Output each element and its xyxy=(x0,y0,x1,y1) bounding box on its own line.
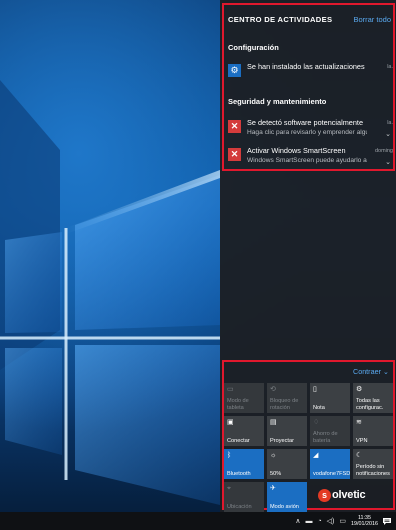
clock-date: 19/01/2016 xyxy=(351,521,378,527)
tile-location[interactable]: ⌖ Ubicación xyxy=(224,482,264,512)
rotation-lock-icon: ⟲ xyxy=(270,386,276,393)
tile-label: Modo de tableta xyxy=(227,398,249,411)
tile-label: 50% xyxy=(270,470,282,477)
tile-label: Conectar xyxy=(227,437,250,444)
connect-icon: ▣ xyxy=(227,419,234,426)
location-icon: ⌖ xyxy=(227,485,231,492)
chevron-down-icon[interactable]: ⌄ xyxy=(385,130,391,138)
collapse-link[interactable]: Contraer ⌄ xyxy=(353,367,389,376)
tile-label: Período sin notificaciones xyxy=(356,464,390,477)
error-x-icon: ✕ xyxy=(228,120,241,133)
wifi-icon: ◢ xyxy=(313,452,319,459)
tile-battery-saver[interactable]: ♢ Ahorro de batería xyxy=(310,416,350,446)
notification-title: Activar Windows SmartScreen xyxy=(247,146,346,155)
group-title-seguridad: Seguridad y mantenimiento xyxy=(228,97,327,106)
notifications-area: CENTRO DE ACTIVIDADES Borrar todo Config… xyxy=(222,3,395,171)
tile-label: Todas las configurac. xyxy=(356,398,384,411)
tile-label: Ubicación xyxy=(227,503,252,510)
tile-tablet-mode[interactable]: ▭ Modo de tableta xyxy=(224,383,264,413)
quiet-hours-icon: ☾ xyxy=(356,452,363,459)
tile-brightness[interactable]: ☼ 50% xyxy=(267,449,307,479)
volume-icon[interactable]: ◁) xyxy=(327,518,335,525)
quick-action-tiles: ▭ Modo de tableta ⟲ Bloqueo de rotación … xyxy=(224,383,393,512)
notification-text: Activar Windows SmartScreen Windows Smar… xyxy=(247,146,367,165)
notification-time: doming xyxy=(374,148,393,154)
chevron-up-icon[interactable]: ∧ xyxy=(295,518,300,525)
action-center-button[interactable] xyxy=(381,515,393,527)
clock[interactable]: 11:35 19/01/2016 xyxy=(351,515,378,528)
airplane-icon: ✈ xyxy=(270,485,276,492)
tile-label: VPN xyxy=(356,437,368,444)
error-x-icon: ✕ xyxy=(228,148,241,161)
tablet-mode-icon: ▭ xyxy=(227,386,234,393)
notification-time: la. xyxy=(387,120,393,126)
clear-all-link[interactable]: Borrar todo xyxy=(353,15,391,24)
project-icon: ▤ xyxy=(270,419,277,426)
tile-bluetooth[interactable]: ᛒ Bluetooth xyxy=(224,449,264,479)
tile-label: Modo avión xyxy=(270,503,299,510)
notification-updates-installed[interactable]: ⚙ Se han instalado las actualizaciones l… xyxy=(228,62,393,86)
tile-rotation-lock[interactable]: ⟲ Bloqueo de rotación xyxy=(267,383,307,413)
language-icon[interactable]: ▭ xyxy=(339,518,346,525)
tile-note[interactable]: ▯ Nota xyxy=(310,383,350,413)
tile-label: Ahorro de batería xyxy=(313,431,338,444)
gear-icon: ⚙ xyxy=(228,64,241,77)
tile-all-settings[interactable]: ⚙ Todas las configurac. xyxy=(353,383,393,413)
tile-airplane-mode[interactable]: ✈ Modo avión xyxy=(267,482,307,512)
brightness-icon: ☼ xyxy=(270,452,277,459)
wifi-icon[interactable]: ◔ xyxy=(317,518,321,525)
tile-project[interactable]: ▤ Proyectar xyxy=(267,416,307,446)
tile-label: Bloqueo de rotación xyxy=(270,398,299,411)
action-center-header: CENTRO DE ACTIVIDADES Borrar todo xyxy=(228,13,391,25)
bluetooth-icon: ᛒ xyxy=(227,452,232,459)
notification-body: Haga clic para revisarlo y emprender alg… xyxy=(247,129,367,136)
battery-saver-icon: ♢ xyxy=(313,419,320,426)
note-icon: ▯ xyxy=(313,386,317,393)
tile-connect[interactable]: ▣ Conectar xyxy=(224,416,264,446)
group-title-configuracion: Configuración xyxy=(228,43,279,52)
vpn-icon: ≋ xyxy=(356,419,362,426)
notification-text: Se detectó software potencialmente Haga … xyxy=(247,118,367,137)
tile-label: vodafone7FSD xyxy=(313,470,350,477)
notification-title: Se detectó software potencialmente xyxy=(247,118,364,127)
tile-label: Proyectar xyxy=(270,437,294,444)
notification-software-detected[interactable]: ✕ Se detectó software potencialmente Hag… xyxy=(228,118,393,142)
system-tray: ∧ ▬ ◔ ◁) ▭ 11:35 19/01/2016 xyxy=(295,512,393,530)
notification-time: la. xyxy=(387,64,393,70)
taskbar: ∧ ▬ ◔ ◁) ▭ 11:35 19/01/2016 xyxy=(0,512,396,530)
notification-body: Windows SmartScreen puede ayudarlo a xyxy=(247,157,367,164)
network-icon[interactable]: ▬ xyxy=(305,518,312,525)
chevron-down-icon[interactable]: ⌄ xyxy=(385,158,391,166)
tile-quiet-hours[interactable]: ☾ Período sin notificaciones xyxy=(353,449,393,479)
chevron-down-icon: ⌄ xyxy=(382,367,389,376)
collapse-label: Contraer xyxy=(353,367,381,376)
notification-smartscreen[interactable]: ✕ Activar Windows SmartScreen Windows Sm… xyxy=(228,146,393,170)
notification-text: Se han instalado las actualizaciones xyxy=(247,62,367,72)
quick-actions-area: Contraer ⌄ ▭ Modo de tableta ⟲ Bloqueo d… xyxy=(222,360,395,512)
notification-title: Se han instalado las actualizaciones xyxy=(247,62,365,71)
tile-label: Bluetooth xyxy=(227,470,251,477)
action-center-icon xyxy=(383,517,391,525)
tile-label: Nota xyxy=(313,404,325,411)
tile-wifi[interactable]: ◢ vodafone7FSD xyxy=(310,449,350,479)
settings-icon: ⚙ xyxy=(356,386,363,393)
action-center-panel: CENTRO DE ACTIVIDADES Borrar todo Config… xyxy=(220,0,396,512)
tile-vpn[interactable]: ≋ VPN xyxy=(353,416,393,446)
action-center-title: CENTRO DE ACTIVIDADES xyxy=(228,14,333,24)
